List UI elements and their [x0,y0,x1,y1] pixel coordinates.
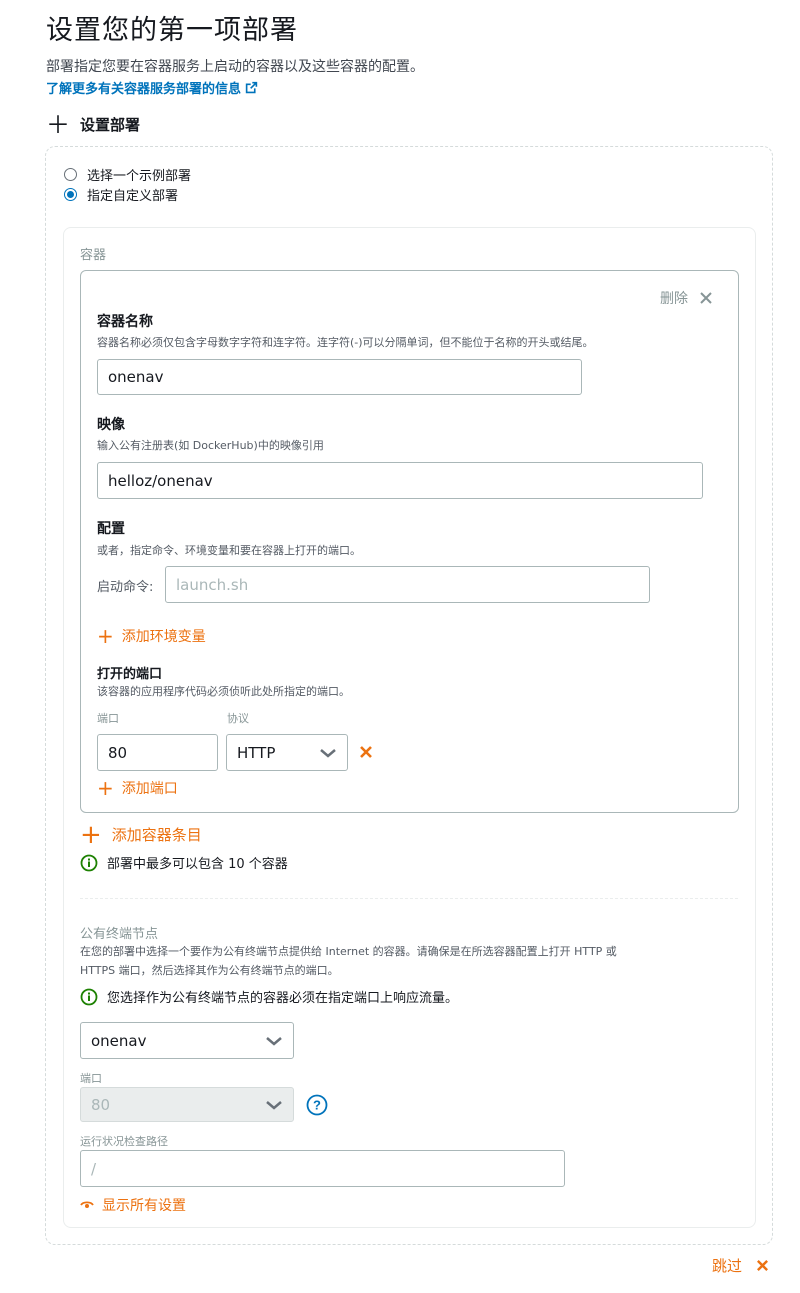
configuration-hint: 或者，指定命令、环境变量和要在容器上打开的端口。 [97,544,361,557]
close-icon [757,1260,769,1271]
chevron-down-icon [320,748,336,758]
open-ports-hint: 该容器的应用程序代码必须侦听此处所指定的端口。 [97,685,350,698]
container-name-input[interactable]: onenav [97,359,582,395]
radio-sample-deployment[interactable]: 选择一个示例部署 [64,165,191,184]
endpoint-info-text: 您选择作为公有终端节点的容器必须在指定端口上响应流量。 [107,991,459,1006]
chevron-down-icon [266,1036,282,1046]
add-env-variable-button[interactable]: + 添加环境变量 [97,626,206,646]
external-link-icon [245,81,258,94]
containers-section-label: 容器 [80,248,107,263]
container-name-hint: 容器名称必须仅包含字母数字字符和连字符。连字符(-)可以分隔单词，但不能位于名称… [97,336,594,349]
image-title: 映像 [97,417,125,433]
configuration-title: 配置 [97,521,125,537]
port-column-label: 端口 [97,712,119,725]
public-endpoint-title: 公有终端节点 [80,927,159,942]
info-icon [80,854,98,871]
plus-icon: + [80,819,102,850]
radio-button[interactable] [64,168,77,181]
max-containers-info: 部署中最多可以包含 10 个容器 [80,853,288,872]
plus-icon: + [97,776,114,800]
endpoint-info: 您选择作为公有终端节点的容器必须在指定端口上响应流量。 [80,987,458,1006]
skip-button[interactable]: 跳过 [712,1255,769,1276]
public-endpoint-desc-line1: 在您的部署中选择一个要作为公有终端节点提供给 Internet 的容器。请确保是… [80,945,617,958]
endpoint-container-value: onenav [91,1031,147,1050]
add-port-button[interactable]: + 添加端口 [97,778,178,798]
page-title: 设置您的第一项部署 [46,15,298,46]
port-input[interactable]: 80 [97,734,218,771]
protocol-column-label: 协议 [227,712,249,725]
close-icon [700,292,712,304]
svg-text:?: ? [313,1098,321,1113]
protocol-select[interactable]: HTTP [226,734,348,771]
image-hint: 输入公有注册表(如 DockerHub)中的映像引用 [97,439,324,452]
info-icon [80,988,98,1005]
eye-icon [80,1201,94,1208]
radio-label: 指定自定义部署 [87,189,179,204]
learn-more-label: 了解更多有关容器服务部署的信息 [46,82,242,97]
radio-custom-deployment[interactable]: 指定自定义部署 [64,185,178,204]
setup-deployment-title: 设置部署 [80,116,141,134]
skip-label: 跳过 [712,1257,743,1275]
max-containers-text: 部署中最多可以包含 10 个容器 [107,857,288,872]
radio-button[interactable] [64,188,77,201]
delete-label: 删除 [660,291,688,307]
show-all-label: 显示所有设置 [102,1198,186,1214]
endpoint-port-value: 80 [91,1095,111,1114]
setup-deployment-toggle[interactable]: ＋ 设置部署 [46,110,141,139]
health-check-path-input[interactable]: / [80,1150,565,1187]
add-env-label: 添加环境变量 [121,629,206,645]
section-divider [80,898,738,899]
protocol-value: HTTP [237,743,276,762]
container-name-title: 容器名称 [97,314,153,330]
delete-container-button[interactable]: 删除 [660,288,712,308]
learn-more-link[interactable]: 了解更多有关容器服务部署的信息 [46,78,258,97]
add-container-label: 添加容器条目 [111,826,202,844]
radio-label: 选择一个示例部署 [87,169,192,184]
endpoint-container-select[interactable]: onenav [80,1022,294,1059]
chevron-down-icon [266,1100,282,1110]
show-all-settings-button[interactable]: 显示所有设置 [80,1195,186,1215]
plus-icon: ＋ [46,110,70,139]
add-port-label: 添加端口 [121,781,178,797]
help-icon[interactable]: ? [306,1094,328,1116]
remove-port-icon[interactable] [359,745,373,759]
add-container-button[interactable]: + 添加容器条目 [80,819,202,850]
health-check-label: 运行状况检查路径 [80,1135,168,1148]
launch-command-input[interactable]: launch.sh [165,566,650,603]
page-description: 部署指定您要在容器服务上启动的容器以及这些容器的配置。 [46,59,424,75]
public-endpoint-desc-line2: HTTPS 端口，然后选择其作为公有终端节点的端口。 [80,964,339,977]
endpoint-port-label: 端口 [80,1072,102,1085]
plus-icon: + [97,624,114,648]
image-input[interactable]: helloz/onenav [97,462,703,499]
launch-command-label: 启动命令: [97,580,154,595]
open-ports-title: 打开的端口 [97,667,163,682]
endpoint-port-select[interactable]: 80 [80,1087,294,1122]
